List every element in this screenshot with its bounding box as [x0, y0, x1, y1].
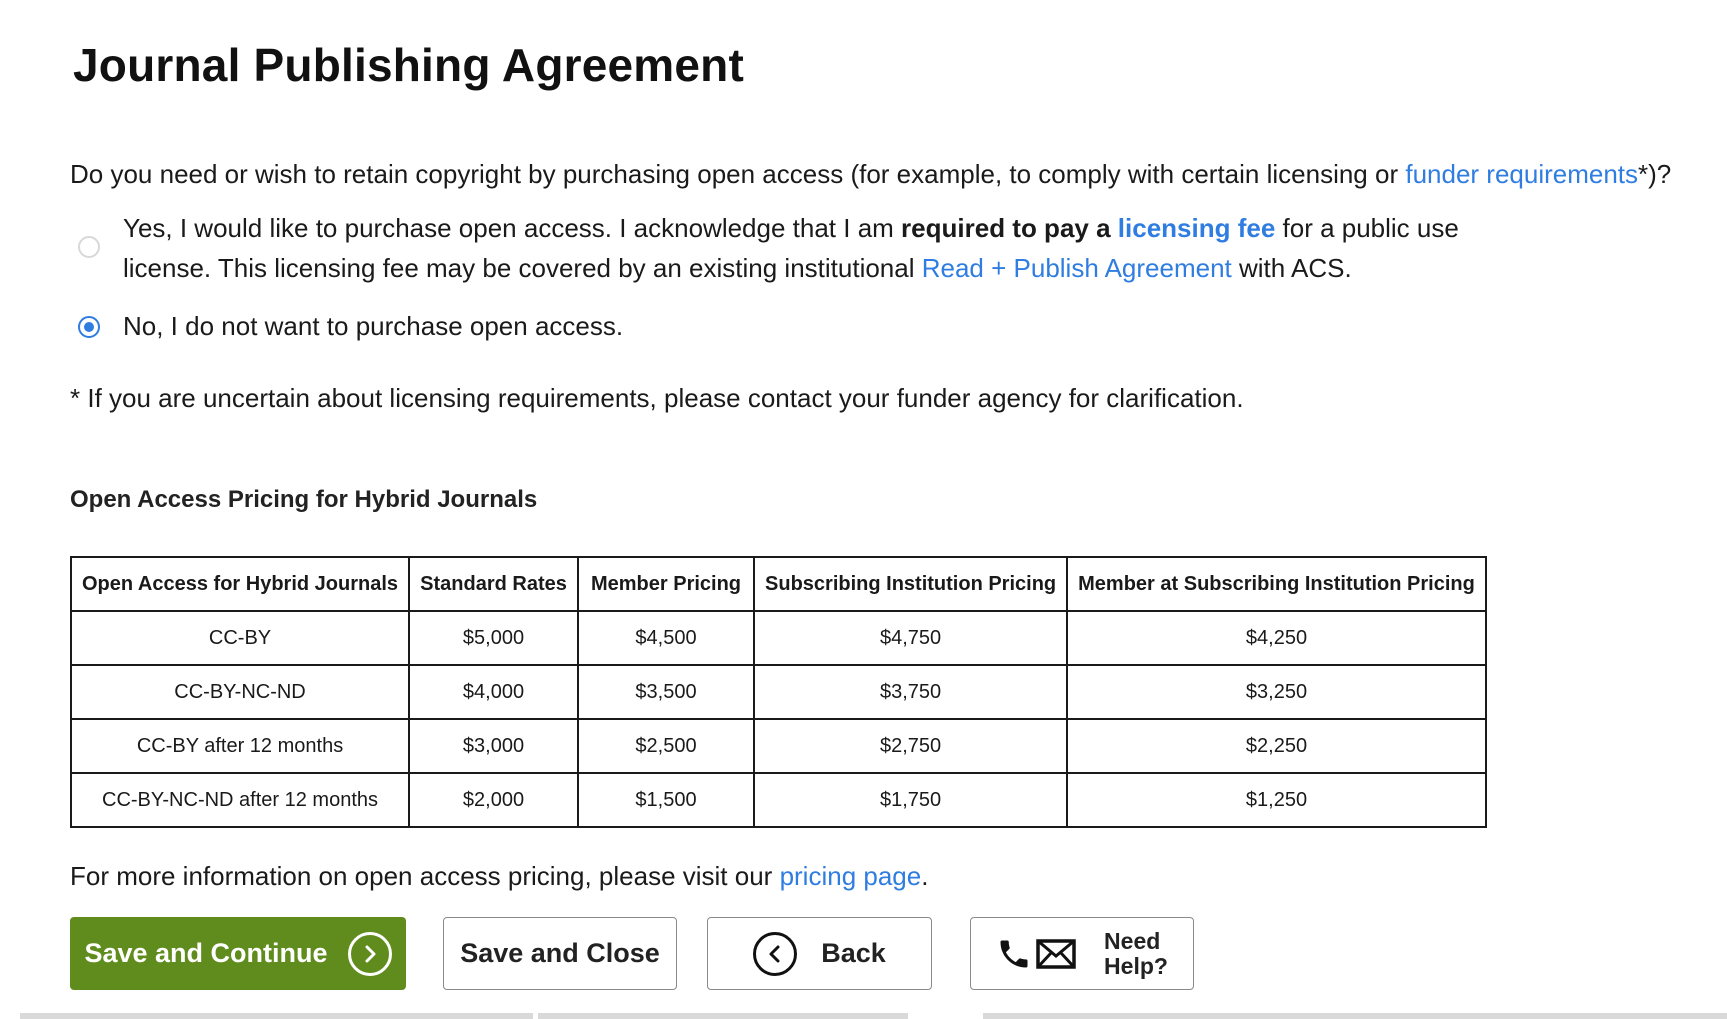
table-cell: $3,000 — [408, 718, 580, 774]
table-row: CC-BY-NC-ND $4,000 $3,500 $3,750 $3,250 — [69, 664, 1487, 720]
table-row: CC-BY $5,000 $4,500 $4,750 $4,250 — [69, 610, 1487, 666]
table-cell: $4,000 — [408, 664, 580, 720]
scrollbar-track-segment — [538, 1013, 908, 1019]
option-yes-bold-text: required to pay a — [901, 213, 1111, 243]
back-label: Back — [821, 938, 886, 968]
table-cell: $4,250 — [1066, 610, 1487, 666]
table-cell: $4,500 — [577, 610, 756, 666]
page-title: Journal Publishing Agreement — [73, 39, 744, 91]
option-yes-text-3: with ACS. — [1231, 253, 1352, 283]
uncertainty-note: * If you are uncertain about licensing r… — [70, 383, 1244, 413]
envelope-icon — [1036, 938, 1076, 970]
horizontal-scrollbar[interactable] — [20, 1013, 533, 1019]
header-license-type: Open Access for Hybrid Journals — [69, 556, 411, 612]
pricing-info-prefix: For more information on open access pric… — [70, 861, 780, 891]
need-help-line2: Help? — [1104, 952, 1168, 979]
option-no-label: No, I do not want to purchase open acces… — [123, 311, 624, 341]
option-yes-spacer — [1111, 213, 1118, 243]
table-cell: $2,000 — [408, 772, 580, 828]
need-help-label: Need Help? — [1104, 927, 1168, 979]
table-cell: $5,000 — [408, 610, 580, 666]
pricing-info-text: For more information on open access pric… — [70, 858, 928, 894]
table-cell: $1,250 — [1066, 772, 1487, 828]
table-cell: $3,750 — [753, 664, 1069, 720]
table-cell: $3,250 — [1066, 664, 1487, 720]
pricing-table: Open Access for Hybrid Journals Standard… — [69, 556, 1487, 828]
table-cell: CC-BY-NC-ND — [69, 664, 411, 720]
table-cell: $2,500 — [577, 718, 756, 774]
radio-yes-purchase[interactable] — [78, 236, 100, 258]
pricing-info-suffix: . — [921, 861, 929, 891]
chevron-right-circle-icon — [347, 931, 392, 976]
pricing-table-title: Open Access Pricing for Hybrid Journals — [70, 486, 538, 513]
back-button[interactable]: Back — [707, 917, 932, 990]
header-member-pricing: Member Pricing — [577, 556, 756, 612]
open-access-question: Do you need or wish to retain copyright … — [70, 156, 1671, 192]
table-row: CC-BY-NC-ND after 12 months $2,000 $1,50… — [69, 772, 1487, 828]
header-standard-rates: Standard Rates — [408, 556, 580, 612]
question-text: Do you need or wish to retain copyright … — [70, 159, 1406, 189]
save-and-close-label: Save and Close — [460, 938, 660, 968]
pricing-page-link[interactable]: pricing page — [780, 861, 922, 891]
radio-no-purchase[interactable] — [78, 316, 100, 338]
table-cell: CC-BY after 12 months — [69, 718, 411, 774]
table-cell: $2,250 — [1066, 718, 1487, 774]
save-and-continue-button[interactable]: Save and Continue — [70, 917, 406, 990]
save-and-continue-label: Save and Continue — [84, 938, 328, 968]
scrollbar-track-segment — [983, 1013, 1727, 1019]
table-cell: $3,500 — [577, 664, 756, 720]
need-help-line1: Need — [1104, 927, 1161, 954]
option-no-purchase[interactable]: No, I do not want to purchase open acces… — [70, 306, 1490, 346]
need-help-button[interactable]: Need Help? — [970, 917, 1194, 990]
option-yes-text: Yes, I would like to purchase open acces… — [123, 213, 902, 243]
header-member-subscribing-institution: Member at Subscribing Institution Pricin… — [1066, 556, 1487, 612]
table-cell: CC-BY — [69, 610, 411, 666]
chevron-left-circle-icon — [753, 931, 798, 976]
table-cell: $1,750 — [753, 772, 1069, 828]
table-cell: $4,750 — [753, 610, 1069, 666]
phone-icon — [996, 936, 1032, 972]
header-subscribing-institution: Subscribing Institution Pricing — [753, 556, 1069, 612]
licensing-fee-link[interactable]: licensing fee — [1118, 213, 1276, 243]
funder-requirements-link[interactable]: funder requirements — [1405, 159, 1638, 189]
table-cell: CC-BY-NC-ND after 12 months — [69, 772, 411, 828]
save-and-close-button[interactable]: Save and Close — [443, 917, 677, 990]
table-header-row: Open Access for Hybrid Journals Standard… — [69, 556, 1487, 612]
read-publish-agreement-link[interactable]: Read + Publish Agreement — [922, 253, 1232, 283]
option-yes-label: Yes, I would like to purchase open acces… — [123, 208, 1463, 288]
table-row: CC-BY after 12 months $3,000 $2,500 $2,7… — [69, 718, 1487, 774]
table-cell: $2,750 — [753, 718, 1069, 774]
option-yes-purchase[interactable]: Yes, I would like to purchase open acces… — [70, 206, 1490, 290]
table-cell: $1,500 — [577, 772, 756, 828]
question-suffix: *)? — [1638, 159, 1672, 189]
